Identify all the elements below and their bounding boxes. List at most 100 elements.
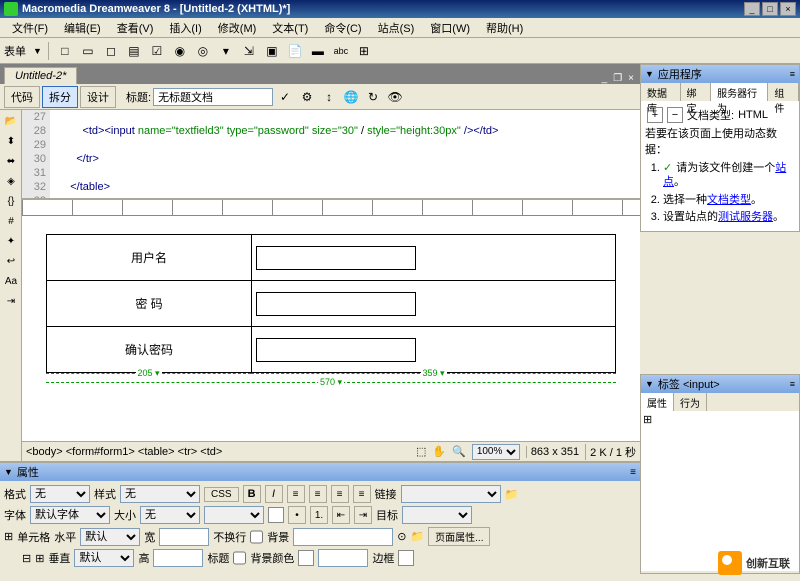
code-content[interactable]: <td><input name="textfield3" type="passw… [50,110,640,198]
indent-button[interactable]: ⇥ [354,506,372,524]
menu-edit[interactable]: 编辑(E) [56,18,109,38]
word-wrap-icon[interactable]: ↩ [2,252,20,270]
open-docs-icon[interactable]: 📂 [2,112,20,130]
code-editor[interactable]: 27 28 29 30 31 32 33 34 <td><input name=… [22,110,640,200]
collapse-arrow-icon[interactable]: ▼ [645,69,654,79]
zoom-select[interactable]: 100% [472,444,520,460]
merge-cells-icon[interactable]: ⊟ [22,552,31,565]
label-password[interactable]: 密 码 [47,281,252,327]
bg-input[interactable] [293,528,393,546]
auto-indent-icon[interactable]: ⇥ [2,292,20,310]
align-right-button[interactable]: ≡ [331,485,349,503]
target-select[interactable] [402,506,472,524]
css-button[interactable]: CSS [204,487,239,502]
properties-header[interactable]: ▼ 属性 ≡ [0,463,640,481]
size-select[interactable]: 无 [140,506,200,524]
menu-site[interactable]: 站点(S) [370,18,423,38]
menu-window[interactable]: 窗口(W) [422,18,478,38]
tab-restore[interactable]: ❐ [611,73,624,84]
bgcolor-input[interactable] [318,549,368,567]
tab-components[interactable]: 组件 [768,83,799,101]
link-select[interactable] [401,485,501,503]
tab-server-behaviors[interactable]: 服务器行为 [711,83,768,101]
maximize-button[interactable]: □ [762,2,778,16]
align-justify-button[interactable]: ≡ [353,485,371,503]
form-table[interactable]: 用户名 密 码 确认密码 [46,234,616,373]
close-button[interactable]: × [780,2,796,16]
tab-close[interactable]: × [626,73,636,84]
bgcolor-swatch[interactable] [298,550,314,566]
menu-insert[interactable]: 插入(I) [161,18,209,38]
form-button-icon[interactable]: □ [55,41,75,61]
vert-select[interactable]: 默认 [74,549,134,567]
pageprops-button[interactable]: 页面属性... [428,527,490,546]
ul-button[interactable]: • [288,506,306,524]
highlight-icon[interactable]: ✦ [2,232,20,250]
format-select[interactable]: 无 [30,485,90,503]
fieldset-icon[interactable]: ⊞ [354,41,374,61]
window-size[interactable]: 863 x 351 [526,446,579,458]
header-checkbox[interactable] [233,549,246,567]
size-unit-select[interactable] [204,506,264,524]
font-select[interactable]: 默认字体 [30,506,110,524]
insert-category-dropdown[interactable]: ▼ [33,46,42,56]
bg-point-icon[interactable]: ⊙ [397,530,406,543]
list-menu-icon[interactable]: ▾ [216,41,236,61]
collapse-icon[interactable]: ⬍ [2,132,20,150]
image-field-icon[interactable]: ▣ [262,41,282,61]
label-username[interactable]: 用户名 [47,235,252,281]
syntax-color-icon[interactable]: Aa [2,272,20,290]
bold-button[interactable]: B [243,485,261,503]
select-parent-icon[interactable]: ◈ [2,172,20,190]
radio-icon[interactable]: ◉ [170,41,190,61]
split-view-button[interactable]: 拆分 [42,86,78,108]
confirm-input[interactable] [256,338,416,362]
border-swatch[interactable] [398,550,414,566]
select-tool-icon[interactable]: ⬚ [416,445,426,458]
password-input[interactable] [256,292,416,316]
panel-menu-icon[interactable]: ≡ [790,379,795,389]
title-input[interactable] [153,88,273,106]
ol-button[interactable]: 1. [310,506,328,524]
tab-database[interactable]: 数据库 [641,83,681,101]
menu-modify[interactable]: 修改(M) [210,18,265,38]
width-input[interactable] [159,528,209,546]
expand-icon[interactable]: ⬌ [2,152,20,170]
nowrap-checkbox[interactable] [250,528,263,546]
panel-menu-icon[interactable]: ≡ [790,69,795,79]
balance-braces-icon[interactable]: {} [2,192,20,210]
link-folder-icon[interactable]: 📁 [505,488,519,501]
validate-icon[interactable]: ✓ [275,87,295,107]
table-row[interactable]: 确认密码 [47,327,616,373]
tab-behaviors[interactable]: 行为 [674,393,707,411]
button-icon[interactable]: ▬ [308,41,328,61]
minimize-button[interactable]: _ [744,2,760,16]
table-row[interactable]: 密 码 [47,281,616,327]
horz-select[interactable]: 默认 [80,528,140,546]
tag-selector[interactable]: <body> <form#form1> <table> <tr> <td> [26,446,416,458]
style-select[interactable]: 无 [120,485,200,503]
hand-tool-icon[interactable]: ✋ [432,445,446,458]
outdent-button[interactable]: ⇤ [332,506,350,524]
design-view[interactable]: 用户名 密 码 确认密码 205 ▾ [22,216,640,441]
doctype-link[interactable]: 文档类型 [707,194,751,206]
textfield-icon[interactable]: ▭ [78,41,98,61]
align-center-button[interactable]: ≡ [309,485,327,503]
checkbox-icon[interactable]: ☑ [147,41,167,61]
document-tab[interactable]: Untitled-2* [4,67,77,84]
menu-file[interactable]: 文件(F) [4,18,56,38]
cell-password-input[interactable] [252,281,616,327]
file-field-icon[interactable]: 📄 [285,41,305,61]
menu-commands[interactable]: 命令(C) [316,18,369,38]
zoom-tool-icon[interactable]: 🔍 [452,445,466,458]
browser-check-icon[interactable]: ⚙ [297,87,317,107]
hidden-field-icon[interactable]: ◻ [101,41,121,61]
align-left-button[interactable]: ≡ [287,485,305,503]
tag-inspector-header[interactable]: ▼ 标签 <input> ≡ [641,375,799,393]
collapse-arrow-icon[interactable]: ▼ [645,379,654,389]
cell-username-input[interactable] [252,235,616,281]
category-view-icon[interactable]: ⊞ [643,413,652,426]
add-button[interactable]: + [647,107,663,123]
menu-help[interactable]: 帮助(H) [478,18,531,38]
height-input[interactable] [153,549,203,567]
